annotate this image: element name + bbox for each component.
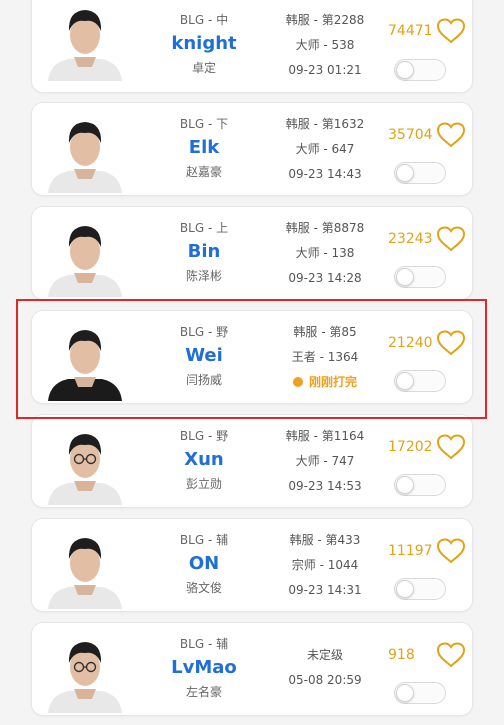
last-played-time: 09-23 14:43 xyxy=(288,167,362,181)
notify-toggle[interactable] xyxy=(394,370,446,392)
player-card[interactable]: BLG - 辅 ON 骆文俊 韩服 - 第433 宗师 - 1044 09-23… xyxy=(31,518,473,612)
like-count: 918 xyxy=(388,647,415,663)
team-position: BLG - 野 xyxy=(179,429,229,443)
server-rank: 韩服 - 第8878 xyxy=(285,221,365,235)
player-name[interactable]: knight xyxy=(162,33,246,55)
server-rank: 韩服 - 第1164 xyxy=(285,429,365,443)
player-name[interactable]: Elk xyxy=(162,137,246,159)
last-played-time: 09-23 14:53 xyxy=(288,479,362,493)
notify-toggle[interactable] xyxy=(394,474,446,496)
heart-icon[interactable] xyxy=(436,642,466,668)
player-avatar-icon xyxy=(44,213,126,297)
player-real-name: 陈泽彬 xyxy=(185,269,222,283)
heart-icon[interactable] xyxy=(436,434,466,460)
heart-icon[interactable] xyxy=(436,226,466,252)
notify-toggle[interactable] xyxy=(394,162,446,184)
server-rank: 韩服 - 第433 xyxy=(289,533,361,547)
notify-toggle[interactable] xyxy=(394,578,446,600)
player-name[interactable]: LvMao xyxy=(162,657,246,679)
like-count: 11197 xyxy=(388,543,433,559)
heart-icon[interactable] xyxy=(436,18,466,44)
player-avatar-icon xyxy=(44,525,126,609)
notify-toggle[interactable] xyxy=(394,266,446,288)
player-name[interactable]: Xun xyxy=(162,449,246,471)
player-card[interactable]: BLG - 中 knight 卓定 韩服 - 第2288 大师 - 538 09… xyxy=(31,0,473,93)
player-list: BLG - 中 knight 卓定 韩服 - 第2288 大师 - 538 09… xyxy=(0,0,504,725)
player-real-name: 赵嘉豪 xyxy=(185,165,222,179)
player-avatar-icon xyxy=(44,317,126,401)
status-badge: 刚刚打完 xyxy=(270,375,380,389)
player-card[interactable]: BLG - 野 Wei 闫扬威 韩服 - 第85 王者 - 1364 刚刚打完 … xyxy=(31,310,473,404)
player-card[interactable]: BLG - 下 Elk 赵嘉豪 韩服 - 第1632 大师 - 647 09-2… xyxy=(31,102,473,196)
server-rank: 韩服 - 第1632 xyxy=(285,117,365,131)
notify-toggle[interactable] xyxy=(394,59,446,81)
tier-points: 宗师 - 1044 xyxy=(291,558,359,572)
tier-points: 大师 - 138 xyxy=(295,246,355,260)
player-name[interactable]: Wei xyxy=(162,345,246,367)
heart-icon[interactable] xyxy=(436,330,466,356)
player-name[interactable]: Bin xyxy=(162,241,246,263)
last-played-time: 09-23 14:31 xyxy=(288,583,362,597)
player-card[interactable]: BLG - 辅 LvMao 左名豪 未定级 05-08 20:59 918 xyxy=(31,622,473,716)
team-position: BLG - 中 xyxy=(179,13,229,27)
server-rank: 韩服 - 第85 xyxy=(293,325,357,339)
status-text: 刚刚打完 xyxy=(308,375,357,389)
last-played-time: 05-08 20:59 xyxy=(288,673,362,687)
player-real-name: 彭立勋 xyxy=(185,477,222,491)
like-count: 21240 xyxy=(388,335,433,351)
server-rank: 韩服 - 第2288 xyxy=(285,13,365,27)
player-card[interactable]: BLG - 上 Bin 陈泽彬 韩服 - 第8878 大师 - 138 09-2… xyxy=(31,206,473,300)
notify-toggle[interactable] xyxy=(394,682,446,704)
toggle-knob xyxy=(396,61,414,79)
toggle-knob xyxy=(396,268,414,286)
player-avatar-icon xyxy=(44,0,126,81)
toggle-knob xyxy=(396,164,414,182)
player-avatar-icon xyxy=(44,109,126,193)
player-name[interactable]: ON xyxy=(162,553,246,575)
heart-icon[interactable] xyxy=(436,122,466,148)
heart-icon[interactable] xyxy=(436,538,466,564)
last-played-time: 09-23 01:21 xyxy=(288,63,362,77)
status-dot-icon xyxy=(292,377,303,387)
tier-points: 大师 - 538 xyxy=(295,38,355,52)
like-count: 23243 xyxy=(388,231,433,247)
like-count: 74471 xyxy=(388,23,433,39)
tier-points: 王者 - 1364 xyxy=(291,350,359,364)
tier-points: 大师 - 747 xyxy=(295,454,355,468)
tier-points: 未定级 xyxy=(306,648,343,662)
team-position: BLG - 辅 xyxy=(179,533,229,547)
team-position: BLG - 野 xyxy=(179,325,229,339)
toggle-knob xyxy=(396,476,414,494)
player-real-name: 卓定 xyxy=(191,61,216,75)
player-real-name: 骆文俊 xyxy=(185,581,222,595)
player-real-name: 左名豪 xyxy=(185,685,222,699)
like-count: 17202 xyxy=(388,439,433,455)
tier-points: 大师 - 647 xyxy=(295,142,355,156)
last-played-time: 09-23 14:28 xyxy=(288,271,362,285)
team-position: BLG - 辅 xyxy=(179,637,229,651)
toggle-knob xyxy=(396,372,414,390)
toggle-knob xyxy=(396,684,414,702)
player-real-name: 闫扬威 xyxy=(185,373,222,387)
toggle-knob xyxy=(396,580,414,598)
player-card[interactable]: BLG - 野 Xun 彭立勋 韩服 - 第1164 大师 - 747 09-2… xyxy=(31,414,473,508)
player-avatar-icon xyxy=(44,629,126,713)
player-avatar-icon xyxy=(44,421,126,505)
team-position: BLG - 下 xyxy=(179,117,229,131)
team-position: BLG - 上 xyxy=(179,221,229,235)
like-count: 35704 xyxy=(388,127,433,143)
